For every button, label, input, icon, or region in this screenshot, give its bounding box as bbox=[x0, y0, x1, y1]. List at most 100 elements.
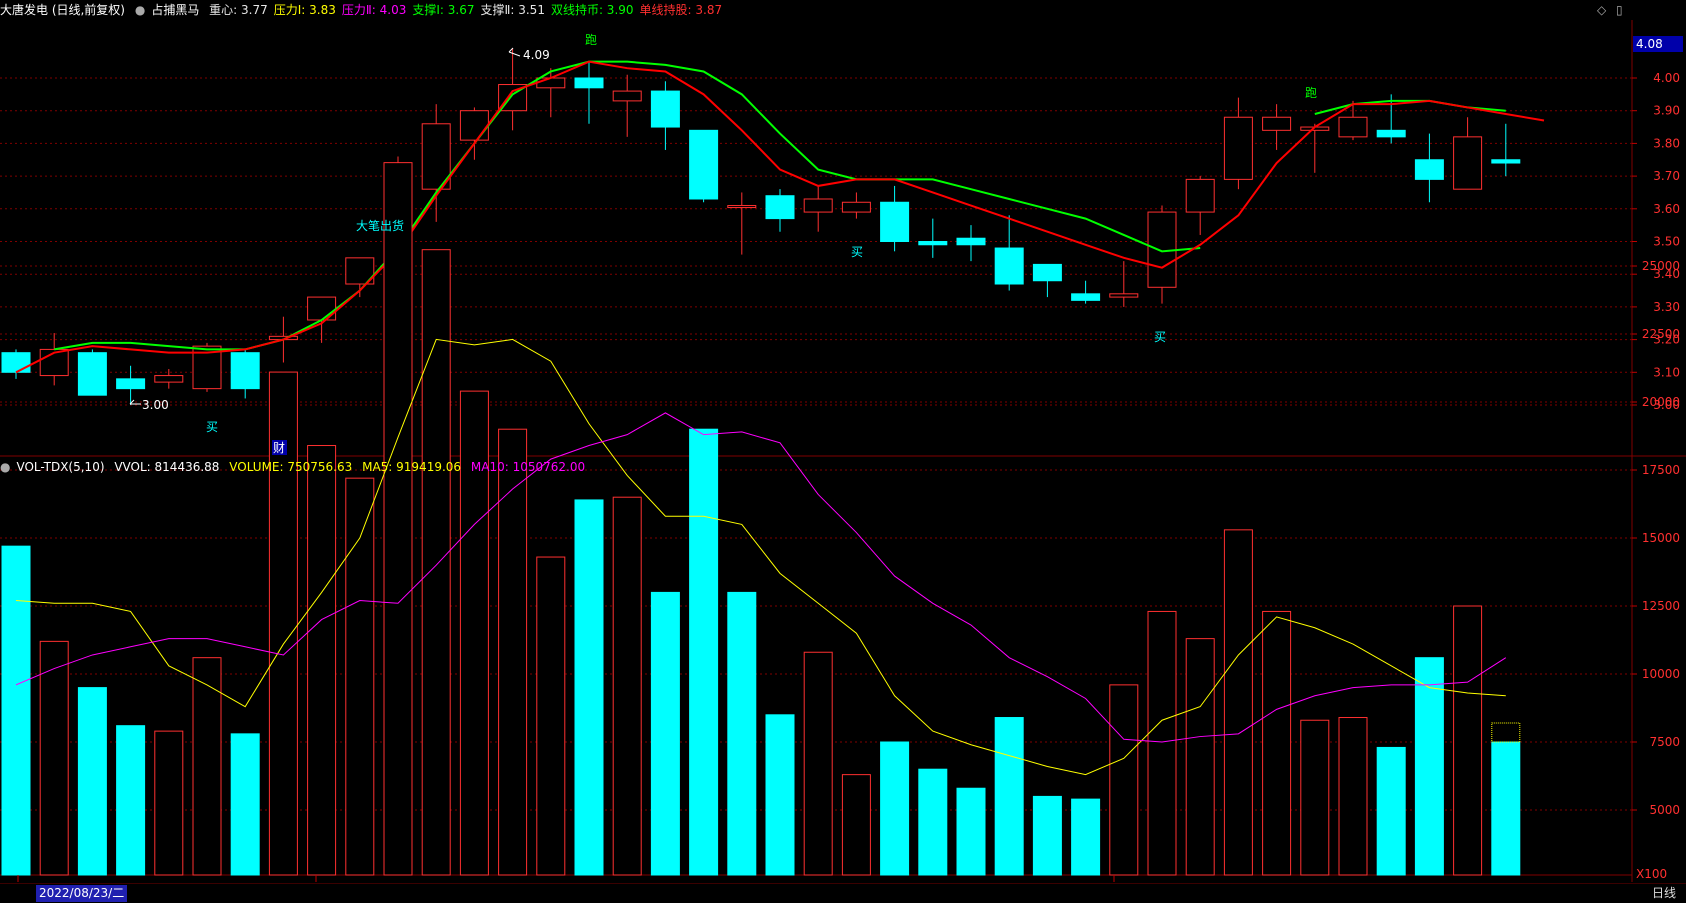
price-tick-label: 3.10 bbox=[1653, 365, 1680, 379]
header-item: 支撑Ⅰ: 3.67 bbox=[412, 3, 475, 17]
candle-body bbox=[765, 195, 795, 220]
candle-body bbox=[1109, 293, 1139, 298]
current-volume-outline bbox=[1491, 722, 1521, 743]
price-tick-label: 3.80 bbox=[1653, 136, 1680, 150]
candle-body bbox=[1338, 116, 1368, 138]
vvol-value: VVOL: 814436.88 bbox=[114, 460, 220, 474]
volume-bar bbox=[1, 545, 31, 876]
volume-bar bbox=[918, 768, 948, 876]
volume-bar bbox=[1300, 719, 1330, 876]
sell-signal-label: 跑 bbox=[1305, 86, 1317, 100]
maximize-icon[interactable]: ▯ bbox=[1616, 3, 1623, 17]
ma5-value: MA5: 919419.06 bbox=[362, 460, 462, 474]
price-tick-label: 3.30 bbox=[1653, 300, 1680, 314]
candle-body bbox=[1185, 178, 1215, 213]
volume-bar bbox=[1491, 741, 1521, 876]
price-tick-label: 3.70 bbox=[1653, 169, 1680, 183]
volume-bar bbox=[1223, 529, 1253, 876]
current-price-label: 4.08 bbox=[1636, 37, 1663, 51]
header-item: 重心: 3.77 bbox=[209, 3, 268, 17]
volume-bar bbox=[727, 591, 757, 876]
volume-bar bbox=[1109, 684, 1139, 876]
volume-bar bbox=[803, 651, 833, 876]
candle-body bbox=[994, 247, 1024, 285]
header-item: 双线持币: 3.90 bbox=[550, 3, 634, 17]
buy-signal-label: 买 bbox=[1154, 330, 1166, 344]
candle-body bbox=[154, 375, 184, 383]
volume-bar bbox=[116, 725, 146, 876]
volume-bar bbox=[994, 717, 1024, 876]
volume-bar bbox=[230, 733, 260, 876]
candle-body bbox=[1223, 116, 1253, 180]
volume-bar bbox=[1147, 610, 1177, 876]
volume-bar bbox=[536, 556, 566, 876]
volume-bar bbox=[1414, 657, 1444, 876]
volume-bar bbox=[1453, 605, 1483, 876]
candle-body bbox=[727, 205, 757, 209]
price-tick-label: 4.00 bbox=[1653, 71, 1680, 85]
volume-tick-label: 22500 bbox=[1642, 327, 1680, 341]
chart-header: 大唐发电 (日线,前复权) ● 占捕黑马 重心: 3.77 压力Ⅰ: 3.83 压力Ⅱ… bbox=[0, 0, 1630, 20]
period-label[interactable]: 日线 bbox=[1652, 884, 1676, 903]
volume-tick-label: 17500 bbox=[1642, 463, 1680, 477]
volume-header: ● VOL-TDX(5,10) VVOL: 814436.88 VOLUME: 7… bbox=[0, 457, 1630, 477]
candle-body bbox=[1, 352, 31, 373]
status-bar: 2022/08/23/二 日线 bbox=[0, 883, 1686, 903]
volume-bar bbox=[39, 640, 69, 876]
ma10-value: MA10: 1050762.00 bbox=[470, 460, 586, 474]
candle-body bbox=[841, 201, 871, 213]
candle-body bbox=[536, 77, 566, 89]
stock-chart[interactable]: 4.003.903.803.703.603.503.403.303.203.10… bbox=[0, 0, 1686, 902]
diamond-icon[interactable]: ◇ bbox=[1597, 3, 1606, 17]
volume-chart bbox=[1, 162, 1521, 876]
volume-bar bbox=[841, 774, 871, 876]
volume-bar bbox=[383, 162, 413, 876]
candle-body bbox=[307, 296, 337, 321]
volume-bar bbox=[77, 687, 107, 876]
volume-tick-label: 20000 bbox=[1642, 395, 1680, 409]
header-item: 支撑Ⅱ: 3.51 bbox=[480, 3, 545, 17]
price-tick-label: 3.60 bbox=[1653, 202, 1680, 216]
candle-body bbox=[918, 241, 948, 246]
volume-tick-label: 25000 bbox=[1642, 259, 1680, 273]
volume-indicator-name[interactable]: VOL-TDX(5,10) bbox=[16, 460, 104, 474]
candle-body bbox=[459, 110, 489, 141]
stock-title[interactable]: 大唐发电 (日线,前复权) bbox=[0, 3, 125, 17]
volume-bar bbox=[880, 741, 910, 876]
header-item: 单线持股: 3.87 bbox=[639, 3, 723, 17]
volume-tick-label: 5000 bbox=[1649, 803, 1680, 817]
candle-body bbox=[956, 237, 986, 246]
candle-body bbox=[880, 201, 910, 242]
volume-unit-label: X100 bbox=[1636, 867, 1667, 881]
candle-body bbox=[230, 352, 260, 390]
candle-body bbox=[803, 198, 833, 213]
volume-bar bbox=[574, 499, 604, 876]
sell-signal-label: 跑 bbox=[585, 33, 597, 47]
volume-bar bbox=[689, 428, 719, 876]
candle-body bbox=[650, 90, 680, 128]
candle-body bbox=[77, 352, 107, 396]
volume-bar bbox=[650, 591, 680, 876]
candlestick-chart bbox=[1, 48, 1545, 405]
volume-tick-label: 12500 bbox=[1642, 599, 1680, 613]
price-tick-label: 3.50 bbox=[1653, 235, 1680, 249]
candle-body bbox=[1376, 129, 1406, 138]
volume-tick-label: 15000 bbox=[1642, 531, 1680, 545]
info-dot-icon: ● bbox=[0, 460, 11, 474]
volume-bar bbox=[1338, 717, 1368, 876]
volume-value: VOLUME: 750756.63 bbox=[229, 460, 353, 474]
header-item: 压力Ⅰ: 3.83 bbox=[273, 3, 336, 17]
volume-bar bbox=[1376, 746, 1406, 876]
high-arrow-icon bbox=[508, 47, 521, 57]
candle-body bbox=[1414, 159, 1444, 180]
volume-bar bbox=[421, 249, 451, 876]
volume-bar bbox=[1032, 795, 1062, 876]
indicator-name[interactable]: 占捕黑马 bbox=[151, 3, 199, 17]
candle-body bbox=[689, 129, 719, 200]
header-item: 压力Ⅱ: 4.03 bbox=[341, 3, 407, 17]
candle-body bbox=[612, 90, 642, 102]
volume-bar bbox=[612, 496, 642, 876]
buy-signal-label: 买 bbox=[851, 245, 863, 259]
candle-body bbox=[1262, 116, 1292, 131]
volume-bar bbox=[1262, 610, 1292, 876]
